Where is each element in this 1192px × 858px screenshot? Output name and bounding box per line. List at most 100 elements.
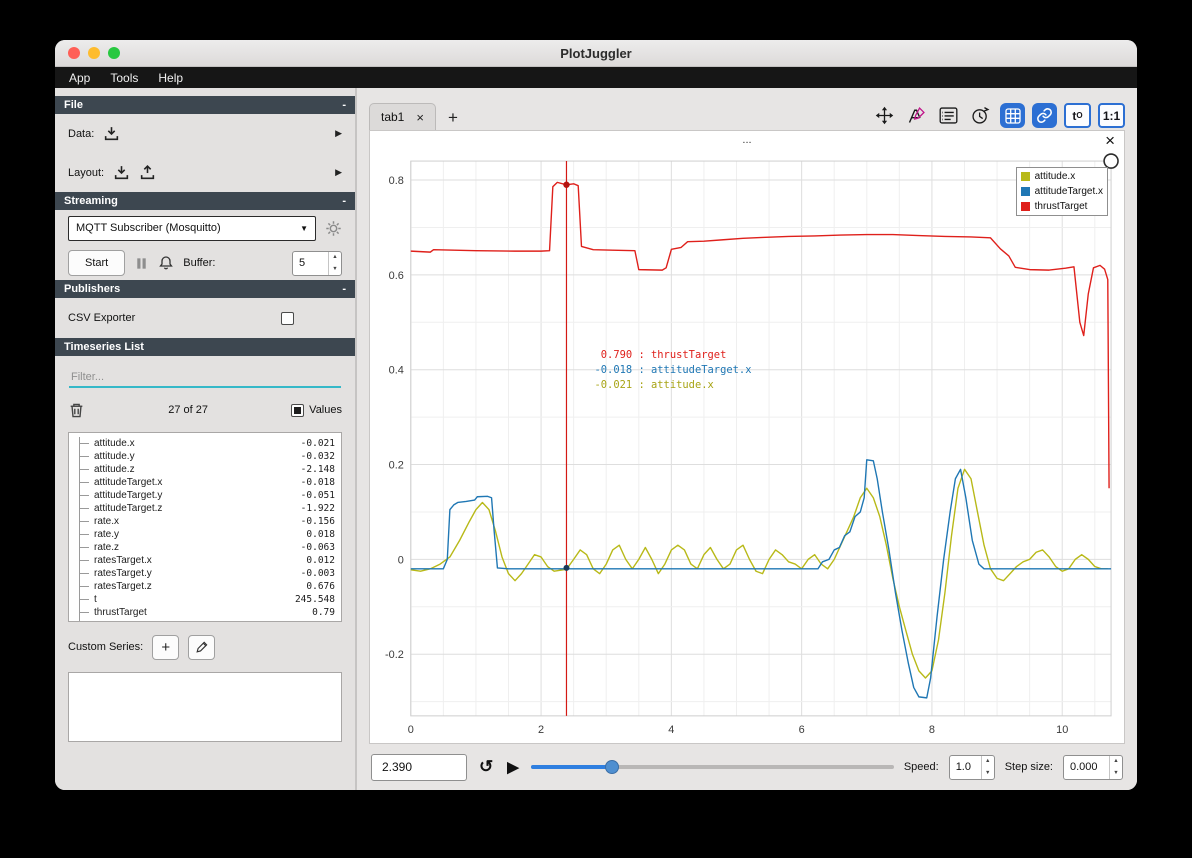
legend-entry[interactable]: attitude.x bbox=[1020, 169, 1103, 184]
timeseries-item[interactable]: rate.z -0.063 bbox=[80, 541, 335, 554]
grid-layout-icon[interactable] bbox=[1000, 103, 1025, 128]
link-axes-icon[interactable] bbox=[1032, 103, 1057, 128]
load-data-icon[interactable] bbox=[103, 125, 120, 142]
legend-entry[interactable]: thrustTarget bbox=[1020, 199, 1103, 214]
legend-list-icon[interactable] bbox=[936, 103, 961, 128]
data-menu-arrow[interactable]: ▶ bbox=[335, 128, 342, 139]
plot-panel: ... × attitude.x attitudeTarget.x thrustTa… bbox=[369, 130, 1125, 744]
streaming-source-select[interactable]: MQTT Subscriber (Mosquitto) ▼ bbox=[68, 215, 316, 241]
tab-tab1[interactable]: tab1 × bbox=[369, 103, 436, 130]
spin-up-icon[interactable]: ▲ bbox=[1110, 756, 1122, 768]
file-section-header[interactable]: File - bbox=[55, 96, 355, 114]
fullscreen-arrows-icon[interactable] bbox=[872, 103, 897, 128]
timeseries-item[interactable]: attitude.z -2.148 bbox=[80, 463, 335, 476]
close-window-button[interactable] bbox=[68, 47, 80, 59]
timeseries-item[interactable]: ratesTarget.z 0.676 bbox=[80, 580, 335, 593]
slider-handle[interactable] bbox=[604, 760, 619, 774]
title-bar: PlotJuggler bbox=[55, 40, 1137, 67]
speed-spinbox[interactable]: 1.0 ▲ ▼ bbox=[948, 754, 995, 780]
svg-text:-0.2: -0.2 bbox=[385, 649, 404, 661]
plot-toolbar: tO 1:1 bbox=[872, 103, 1125, 130]
menu-tools[interactable]: Tools bbox=[110, 71, 138, 85]
svg-text:6: 6 bbox=[799, 724, 805, 736]
plot-legend[interactable]: attitude.x attitudeTarget.x thrustTarget bbox=[1015, 167, 1108, 216]
buffer-label: Buffer: bbox=[183, 257, 216, 269]
time-slider[interactable] bbox=[530, 760, 894, 774]
sidebar: File - Data: ▶ Layout: ▶ Streaming - MQT… bbox=[55, 88, 355, 790]
timeseries-item[interactable]: thrustTarget 0.79 bbox=[80, 606, 335, 619]
timeseries-item[interactable]: rate.x -0.156 bbox=[80, 515, 335, 528]
streaming-section-header[interactable]: Streaming - bbox=[55, 192, 355, 210]
tab-bar: tab1 × + t O 1:1 bbox=[357, 100, 1137, 130]
plot-title: ... bbox=[742, 134, 752, 146]
collapse-icon[interactable]: - bbox=[342, 195, 346, 207]
values-label: Values bbox=[309, 404, 342, 416]
timeseries-count: 27 of 27 bbox=[168, 404, 208, 416]
values-checkbox[interactable] bbox=[291, 403, 305, 417]
svg-text:-0.021 : attitude.x: -0.021 : attitude.x bbox=[594, 379, 713, 391]
play-icon[interactable]: ▶ bbox=[505, 758, 521, 776]
window-title: PlotJuggler bbox=[560, 45, 632, 61]
timeseries-item[interactable]: rate.y 0.018 bbox=[80, 528, 335, 541]
load-layout-icon[interactable] bbox=[113, 164, 130, 181]
spin-down-icon[interactable]: ▼ bbox=[329, 263, 341, 275]
zoom-window-button[interactable] bbox=[108, 47, 120, 59]
main-area: tab1 × + t O 1:1 ... × attitude.x attitu… bbox=[357, 88, 1137, 790]
svg-text:8: 8 bbox=[929, 724, 935, 736]
slider-fill bbox=[530, 765, 612, 769]
csv-exporter-checkbox[interactable] bbox=[281, 311, 294, 325]
publishers-section-header[interactable]: Publishers - bbox=[55, 280, 355, 298]
spin-up-icon[interactable]: ▲ bbox=[329, 252, 341, 264]
plot-canvas[interactable]: 0 2 4 6 8 10 -0.2 0 0.2 0.4 0.6 0.8 0.790 : thrustT… bbox=[371, 149, 1123, 742]
timeseries-item[interactable]: ratesTarget.y -0.003 bbox=[80, 567, 335, 580]
plot-close-icon[interactable]: × bbox=[1105, 132, 1115, 149]
buffer-clock-icon[interactable] bbox=[968, 103, 993, 128]
timeseries-item[interactable]: attitude.x -0.021 bbox=[80, 437, 335, 450]
spin-down-icon[interactable]: ▼ bbox=[1110, 767, 1122, 779]
playback-bar: 2.390 ↺ ▶ Speed: 1.0 ▲ ▼ Step size: 0.00… bbox=[357, 744, 1137, 790]
step-size-spinbox[interactable]: 0.000 ▲ ▼ bbox=[1063, 754, 1123, 780]
timeseries-item[interactable]: ratesTarget.x 0.012 bbox=[80, 554, 335, 567]
timeseries-item[interactable]: attitudeTarget.z -1.922 bbox=[80, 502, 335, 515]
minimize-window-button[interactable] bbox=[88, 47, 100, 59]
filter-input[interactable] bbox=[69, 368, 341, 388]
loop-icon[interactable]: ↺ bbox=[477, 757, 495, 777]
curve-style-icon[interactable] bbox=[904, 103, 929, 128]
save-layout-icon[interactable] bbox=[139, 164, 156, 181]
pause-streaming-icon[interactable] bbox=[134, 256, 149, 271]
menu-app[interactable]: App bbox=[69, 71, 90, 85]
menu-help[interactable]: Help bbox=[158, 71, 183, 85]
add-custom-series-button[interactable]: + bbox=[152, 634, 180, 660]
svg-text:2: 2 bbox=[538, 724, 544, 736]
collapse-icon[interactable]: - bbox=[342, 99, 346, 111]
add-tab-button[interactable]: + bbox=[442, 108, 464, 130]
svg-text:0: 0 bbox=[408, 724, 414, 736]
timeseries-item[interactable]: attitudeTarget.x -0.018 bbox=[80, 476, 335, 489]
legend-swatch bbox=[1020, 172, 1030, 181]
timeseries-item[interactable]: t 245.548 bbox=[80, 593, 335, 606]
tab-close-icon[interactable]: × bbox=[416, 111, 424, 124]
svg-text:0.2: 0.2 bbox=[389, 460, 404, 472]
ratio-1-1-icon[interactable]: 1:1 bbox=[1098, 103, 1125, 128]
svg-text:0.790 : thrustTarget: 0.790 : thrustTarget bbox=[594, 349, 726, 361]
edit-custom-series-button[interactable] bbox=[188, 634, 216, 660]
streaming-settings-gear-icon[interactable] bbox=[325, 220, 342, 237]
custom-series-list[interactable] bbox=[68, 672, 342, 742]
buffer-spinbox[interactable]: 5 ▲ ▼ bbox=[292, 250, 342, 276]
collapse-icon[interactable]: - bbox=[342, 283, 346, 295]
menu-bar: App Tools Help bbox=[55, 67, 1137, 88]
trash-icon[interactable] bbox=[68, 402, 85, 419]
notifications-bell-icon[interactable] bbox=[158, 255, 174, 271]
layout-menu-arrow[interactable]: ▶ bbox=[335, 167, 342, 178]
legend-entry[interactable]: attitudeTarget.x bbox=[1020, 184, 1103, 199]
start-streaming-button[interactable]: Start bbox=[68, 250, 126, 276]
csv-exporter-label: CSV Exporter bbox=[68, 312, 136, 324]
timeseries-section-header[interactable]: Timeseries List bbox=[55, 338, 355, 356]
timeseries-item[interactable]: attitudeTarget.y -0.051 bbox=[80, 489, 335, 502]
current-time-field[interactable]: 2.390 bbox=[371, 753, 467, 781]
timeseries-item[interactable]: attitude.y -0.032 bbox=[80, 450, 335, 463]
spin-up-icon[interactable]: ▲ bbox=[982, 756, 994, 768]
spin-down-icon[interactable]: ▼ bbox=[982, 767, 994, 779]
time-offset-icon[interactable]: tO bbox=[1064, 103, 1091, 128]
svg-text:-0.018 : attitudeTarget.x: -0.018 : attitudeTarget.x bbox=[594, 364, 751, 376]
